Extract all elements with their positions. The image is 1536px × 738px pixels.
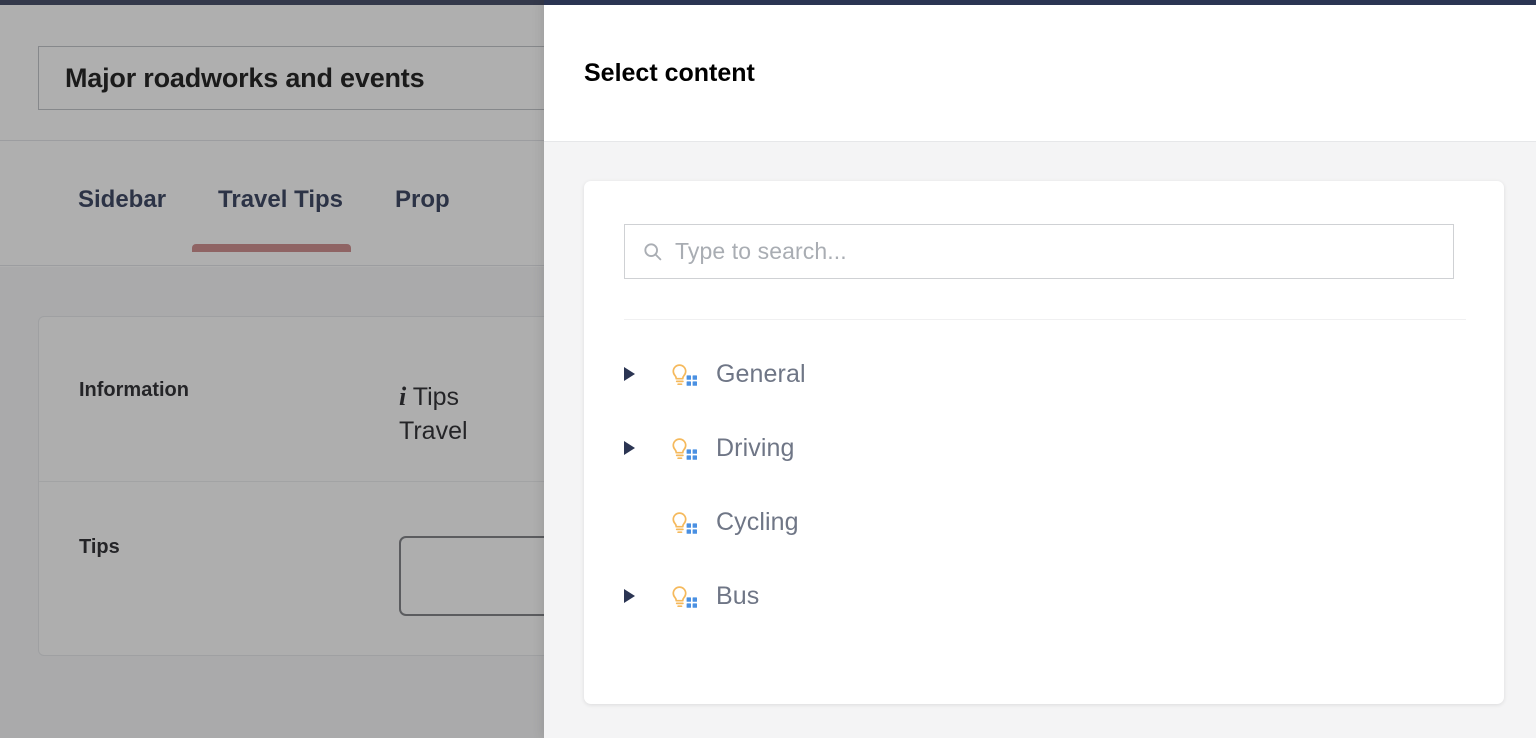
information-row-label: Information — [79, 379, 189, 401]
information-row-value: i Tips Travel — [399, 379, 468, 449]
tab-sidebar-label: Sidebar — [78, 186, 167, 213]
drawer-header: Select content — [544, 5, 1536, 142]
search-placeholder: Type to search... — [675, 238, 847, 264]
tree-item-cycling-label: Cycling — [716, 507, 799, 536]
chevron-placeholder — [624, 509, 650, 535]
tab-sidebar[interactable]: Sidebar — [78, 186, 192, 252]
page-title-input[interactable]: Major roadworks and events — [38, 46, 544, 110]
tab-properties-label: Prop — [395, 186, 450, 213]
tree-item-driving[interactable]: Driving — [584, 411, 1504, 485]
tips-row-label: Tips — [79, 536, 120, 558]
travel-tips-panel: Information i Tips Travel Tips — [38, 316, 544, 656]
chevron-right-icon[interactable] — [624, 361, 650, 387]
chevron-right-icon[interactable] — [624, 583, 650, 609]
tips-selector-box[interactable] — [399, 536, 544, 616]
tips-row: Tips — [39, 482, 544, 656]
tab-bar: Sidebar Travel Tips Prop — [0, 142, 544, 266]
search-icon — [641, 241, 663, 263]
lightbulb-grid-icon — [662, 505, 702, 539]
tree-item-cycling[interactable]: Cycling — [584, 485, 1504, 559]
tab-properties[interactable]: Prop — [369, 186, 476, 252]
tab-travel-tips-label: Travel Tips — [218, 186, 343, 213]
content-picker-card: Type to search... General Driving Cyclin… — [584, 181, 1504, 704]
tree-item-general-label: General — [716, 359, 806, 388]
tree-item-bus[interactable]: Bus — [584, 559, 1504, 633]
background-application: Major roadworks and events Sidebar Trave… — [0, 0, 544, 738]
tab-list: Sidebar Travel Tips Prop — [78, 186, 476, 252]
lightbulb-grid-icon — [662, 357, 702, 391]
title-section: Major roadworks and events — [0, 5, 544, 141]
screen-root: Major roadworks and events Sidebar Trave… — [0, 0, 1536, 738]
search-divider — [624, 319, 1466, 320]
select-content-drawer: Select content Type to search... General… — [544, 0, 1536, 738]
drawer-title: Select content — [584, 59, 755, 87]
info-italic-icon: i — [399, 382, 407, 411]
information-value-line2: Travel — [399, 416, 468, 445]
tree-item-bus-label: Bus — [716, 581, 760, 610]
lightbulb-grid-icon — [662, 579, 702, 613]
lightbulb-grid-icon — [662, 431, 702, 465]
search-field[interactable]: Type to search... — [624, 224, 1454, 279]
background-application-content: Major roadworks and events Sidebar Trave… — [0, 0, 544, 738]
content-area: Information i Tips Travel Tips — [0, 267, 544, 738]
tree-item-general[interactable]: General — [584, 337, 1504, 411]
drawer-body: Type to search... General Driving Cyclin… — [544, 143, 1536, 738]
content-tree: General Driving Cycling Bus — [584, 337, 1504, 633]
information-value-line1: Tips — [412, 383, 460, 411]
page-title-value: Major roadworks and events — [65, 62, 425, 93]
chevron-right-icon[interactable] — [624, 435, 650, 461]
information-row: Information i Tips Travel — [39, 317, 544, 482]
tree-item-driving-label: Driving — [716, 433, 795, 462]
tab-travel-tips[interactable]: Travel Tips — [192, 186, 369, 252]
